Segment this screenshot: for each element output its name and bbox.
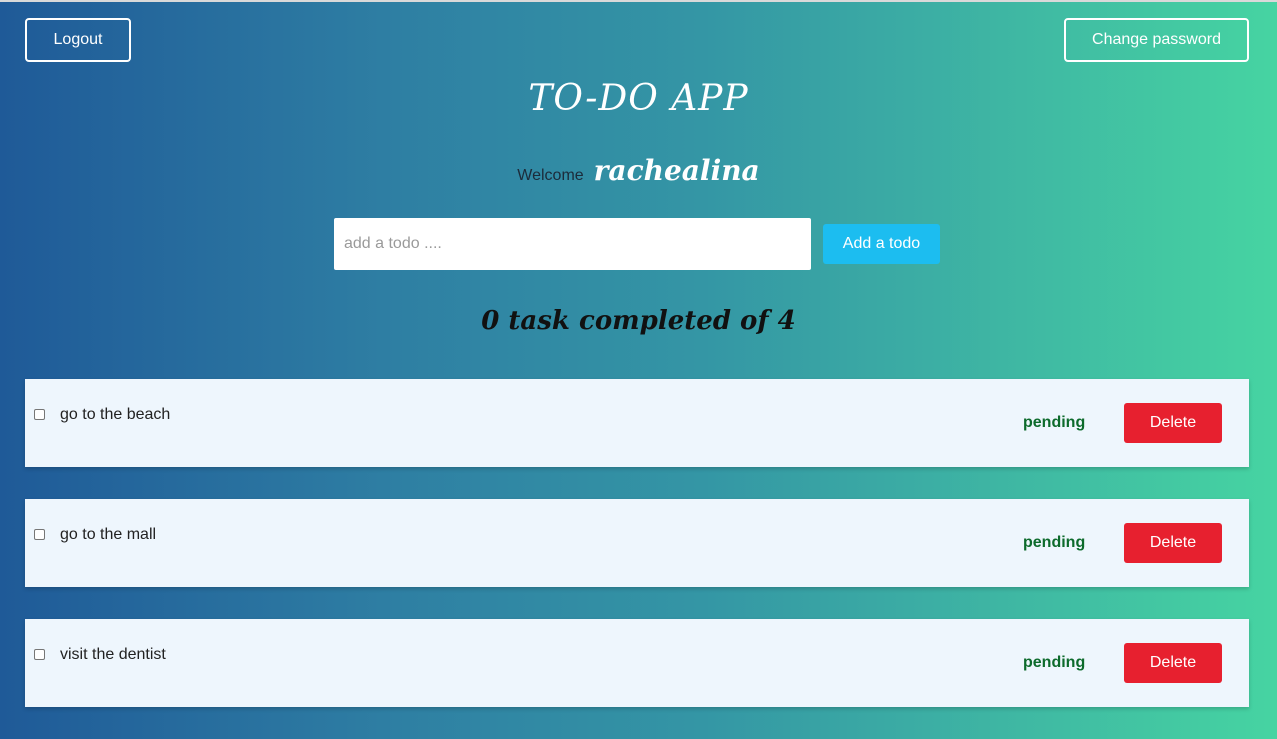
todo-status: pending: [1023, 414, 1086, 431]
delete-button[interactable]: Delete: [1124, 523, 1222, 563]
add-todo-button[interactable]: Add a todo: [823, 224, 940, 264]
todo-text: go to the mall: [60, 526, 157, 543]
welcome-label: Welcome: [517, 167, 584, 184]
username: rachealina: [593, 154, 760, 187]
todo-item: go to the beach pending Delete: [25, 379, 1249, 467]
progress-summary: 0 task completed of 4: [481, 306, 796, 336]
todo-checkbox[interactable]: [34, 409, 45, 420]
change-password-button[interactable]: Change password: [1064, 18, 1249, 62]
logout-button[interactable]: Logout: [25, 18, 131, 62]
todo-status: pending: [1023, 654, 1086, 671]
todo-checkbox[interactable]: [34, 529, 45, 540]
delete-button[interactable]: Delete: [1124, 403, 1222, 443]
todo-item: go to the mall pending Delete: [25, 499, 1249, 587]
todo-text: visit the dentist: [60, 646, 166, 663]
app-title: TO-DO APP: [528, 78, 749, 119]
todo-item: visit the dentist pending Delete: [25, 619, 1249, 707]
delete-button[interactable]: Delete: [1124, 643, 1222, 683]
todo-checkbox[interactable]: [34, 649, 45, 660]
todo-text: go to the beach: [60, 406, 171, 423]
top-border: [0, 0, 1277, 2]
todo-status: pending: [1023, 534, 1086, 551]
add-todo-input[interactable]: [334, 218, 811, 270]
welcome-row: Welcome rachealina: [0, 154, 1277, 187]
